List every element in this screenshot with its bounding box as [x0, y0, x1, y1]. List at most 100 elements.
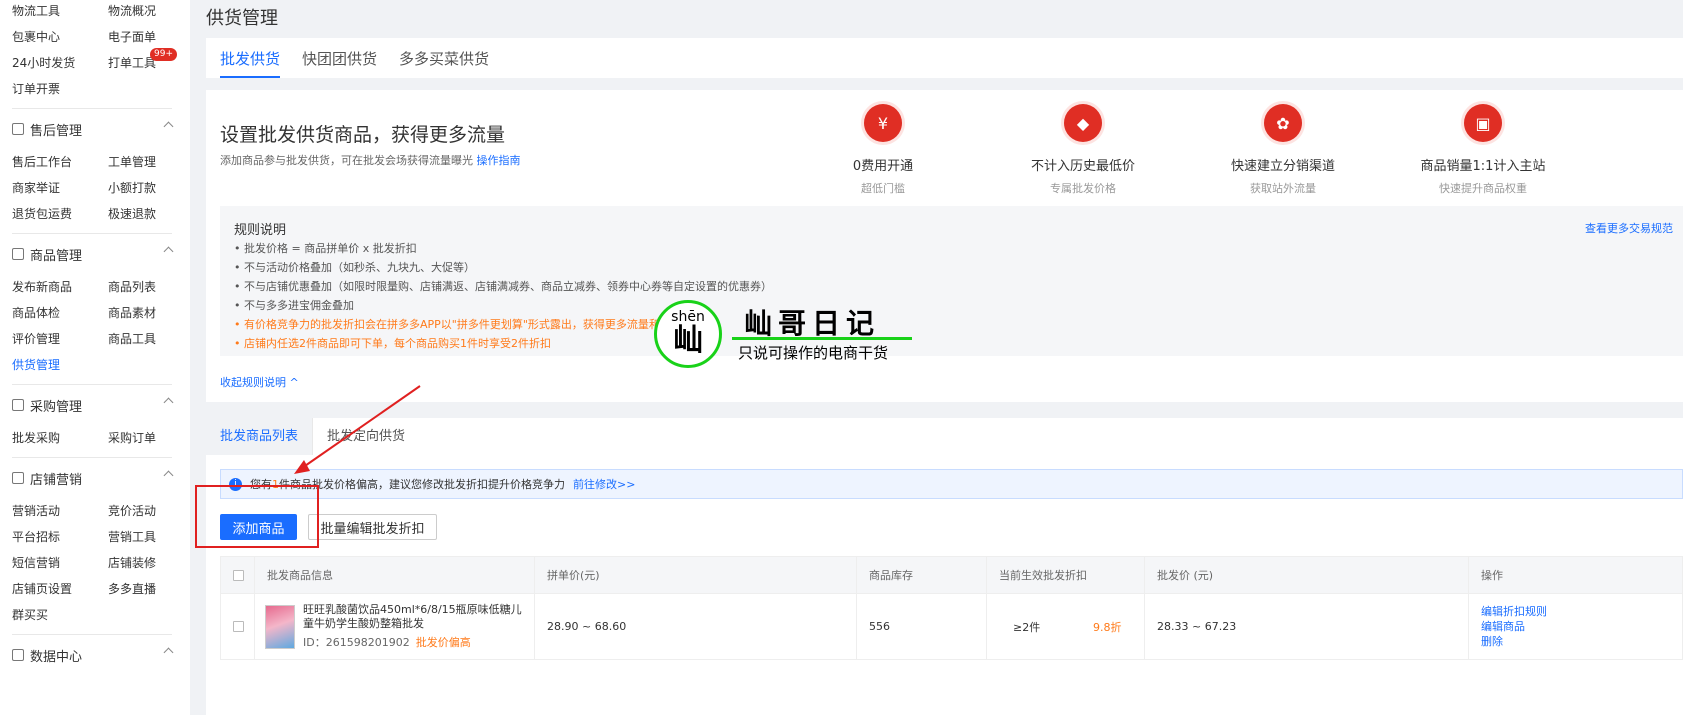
- group-title: 店铺营销: [30, 472, 83, 488]
- rule-item-highlight: • 店铺内任选2件商品即可下单，每个商品购买1件时享受2件折扣: [234, 337, 551, 350]
- tab-wholesale[interactable]: 批发供货: [220, 38, 281, 78]
- group-price-cell: 28.90 ~ 68.60: [535, 594, 857, 659]
- sidebar-item[interactable]: 电子面单: [108, 24, 198, 50]
- sidebar-group-header[interactable]: 数据中心: [0, 635, 190, 675]
- feature-subtitle: 快速提升商品权重: [1439, 182, 1527, 195]
- sidebar-item[interactable]: 平台招标: [12, 524, 108, 550]
- sidebar-item[interactable]: 竞价活动: [108, 498, 198, 524]
- sidebar-top-items: 物流工具 物流概况 包裹中心 电子面单 24小时发货 打单工具 99+ 订单开票: [0, 0, 190, 102]
- chevron-up-icon: [163, 121, 174, 132]
- chart-icon: ▣: [1464, 104, 1502, 142]
- column-header: 商品库存: [857, 557, 987, 593]
- sidebar-item-supply[interactable]: 供货管理: [12, 352, 108, 378]
- feature-price: ◆ 不计入历史最低价 专属批发价格: [993, 104, 1173, 196]
- sidebar-item[interactable]: 评价管理: [12, 326, 108, 352]
- feature-channel: ✿ 快速建立分销渠道 获取站外流量: [1193, 104, 1373, 196]
- sidebar-item[interactable]: 商品工具: [108, 326, 198, 352]
- sidebar-item[interactable]: 商品素材: [108, 300, 198, 326]
- group-title: 售后管理: [30, 123, 83, 139]
- feature-title: 快速建立分销渠道: [1230, 159, 1335, 174]
- sidebar-item[interactable]: 24小时发货: [12, 50, 108, 76]
- sidebar-item[interactable]: 物流工具: [12, 0, 108, 24]
- sidebar-item[interactable]: 营销活动: [12, 498, 108, 524]
- watermark-logo: shēn 屾: [654, 300, 722, 368]
- sidebar-group-header[interactable]: 采购管理: [0, 385, 190, 425]
- tab-group-buy[interactable]: 快团团供货: [302, 38, 377, 78]
- sidebar-item[interactable]: 采购订单: [108, 425, 198, 451]
- delete-link[interactable]: 删除: [1481, 634, 1547, 649]
- sidebar-item[interactable]: 退货包运费: [12, 201, 108, 227]
- sidebar-item[interactable]: 售后工作台: [12, 149, 108, 175]
- row-checkbox[interactable]: [233, 621, 244, 632]
- subtab-directed-supply[interactable]: 批发定向供货: [313, 418, 419, 455]
- sidebar-item[interactable]: 小额打款: [108, 175, 198, 201]
- product-thumbnail[interactable]: [265, 604, 295, 649]
- sidebar-item[interactable]: 商品列表: [108, 274, 198, 300]
- table-row: 旺旺乳酸菌饮品450ml*6/8/15瓶原味低糖儿童牛奶学生酸奶整箱批发 ID：…: [220, 594, 1683, 660]
- sidebar-group-data: 数据中心: [0, 635, 190, 675]
- sidebar-item[interactable]: 多多直播: [108, 576, 198, 602]
- rule-item: • 不与店铺优惠叠加（如限时限量购、店铺满返、店铺满减券、商品立减券、领券中心券…: [234, 280, 772, 293]
- sidebar-item[interactable]: 物流概况: [108, 0, 198, 24]
- sidebar-item[interactable]: 批发采购: [12, 425, 108, 451]
- yen-icon: ¥: [864, 104, 902, 142]
- operations-cell: 编辑折扣规则 编辑商品 删除: [1469, 594, 1682, 659]
- guide-link[interactable]: 操作指南: [477, 154, 521, 167]
- more-rules-link[interactable]: 查看更多交易规范: [1585, 220, 1673, 236]
- sidebar-item[interactable]: 商品体检: [12, 300, 108, 326]
- rule-item: • 不与多多进宝佣金叠加: [234, 299, 354, 312]
- discount-cell: ≥2件 9.8折: [987, 594, 1145, 659]
- sidebar-item[interactable]: 包裹中心: [12, 24, 108, 50]
- sidebar-item[interactable]: 发布新商品: [12, 274, 108, 300]
- sidebar-item[interactable]: 短信营销: [12, 550, 108, 576]
- goods-info-cell: 旺旺乳酸菌饮品450ml*6/8/15瓶原味低糖儿童牛奶学生酸奶整箱批发 ID：…: [255, 594, 535, 659]
- product-title[interactable]: 旺旺乳酸菌饮品450ml*6/8/15瓶原味低糖儿童牛奶学生酸奶整箱批发: [303, 603, 523, 631]
- column-header: 批发价 (元): [1145, 557, 1469, 593]
- sidebar-item-print-tool[interactable]: 打单工具 99+: [108, 48, 198, 76]
- annotation-highlight-box: [195, 485, 319, 548]
- stock-cell: 556: [857, 594, 987, 659]
- bar-chart-icon: [12, 649, 24, 661]
- sidebar-item[interactable]: 订单开票: [12, 76, 108, 102]
- sidebar-group-header[interactable]: 售后管理: [0, 109, 190, 149]
- min-quantity: ≥2件: [1013, 620, 1041, 634]
- store-icon: [12, 472, 24, 484]
- banner-title: 设置批发供货商品，获得更多流量: [220, 124, 506, 146]
- count-badge: 99+: [150, 48, 177, 61]
- sidebar-group-header[interactable]: 店铺营销: [0, 458, 190, 498]
- collapse-rules-link[interactable]: 收起规则说明 ^: [220, 374, 299, 390]
- banner-subtitle: 添加商品参与批发供货，可在批发会场获得流量曝光 操作指南: [220, 154, 521, 167]
- sidebar-item[interactable]: 店铺页设置: [12, 576, 108, 602]
- sidebar-item[interactable]: 商家举证: [12, 175, 108, 201]
- clipboard-icon: [12, 399, 24, 411]
- batch-edit-discount-button[interactable]: 批量编辑批发折扣: [308, 514, 437, 540]
- edit-discount-rule-link[interactable]: 编辑折扣规则: [1481, 604, 1547, 619]
- chevron-up-icon: [163, 246, 174, 257]
- sidebar-item[interactable]: 店铺装修: [108, 550, 198, 576]
- page-title: 供货管理: [206, 8, 278, 29]
- feature-subtitle: 超低门槛: [861, 182, 905, 195]
- sidebar-item[interactable]: 群买买: [12, 602, 108, 628]
- select-all-checkbox[interactable]: [233, 569, 244, 581]
- sidebar-item[interactable]: 营销工具: [108, 524, 198, 550]
- feature-sales: ▣ 商品销量1:1计入主站 快速提升商品权重: [1393, 104, 1573, 196]
- subtab-wholesale-list[interactable]: 批发商品列表: [206, 418, 314, 455]
- subtab-bar: 批发商品列表 批发定向供货: [206, 418, 419, 455]
- table-header: 批发商品信息 拼单价(元) 商品库存 当前生效批发折扣 批发价 (元) 操作: [220, 556, 1683, 594]
- sidebar-group-marketing: 店铺营销 营销活动 竞价活动 平台招标 营销工具 短信营销 店铺装修 店铺页设置…: [0, 458, 190, 635]
- feature-subtitle: 专属批发价格: [1050, 182, 1116, 195]
- modify-link[interactable]: 前往修改>>: [573, 476, 635, 492]
- feature-title: 商品销量1:1计入主站: [1420, 159, 1546, 174]
- rule-item: • 不与活动价格叠加（如秒杀、九块九、大促等）: [234, 261, 475, 274]
- sidebar-item[interactable]: 极速退款: [108, 201, 198, 227]
- watermark-underline: [732, 337, 912, 340]
- edit-goods-link[interactable]: 编辑商品: [1481, 619, 1547, 634]
- sidebar-group-goods: 商品管理 发布新商品 商品列表 商品体检 商品素材 评价管理 商品工具 供货管理: [0, 234, 190, 385]
- wholesale-price-cell: 28.33 ~ 67.23: [1145, 594, 1469, 659]
- sidebar-item[interactable]: 工单管理: [108, 149, 198, 175]
- price-warning-tag: 批发价偏高: [415, 636, 471, 649]
- sidebar-group-header[interactable]: 商品管理: [0, 234, 190, 274]
- tab-grocery[interactable]: 多多买菜供货: [399, 38, 489, 78]
- tab-bar: 批发供货 快团团供货 多多买菜供货: [206, 38, 1683, 78]
- feature-title: 不计入历史最低价: [1030, 159, 1135, 174]
